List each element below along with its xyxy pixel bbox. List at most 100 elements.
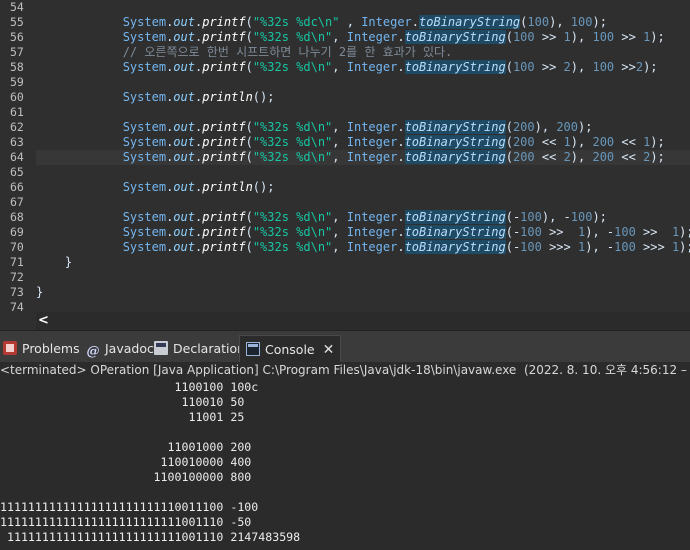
code-token: printf — [202, 30, 246, 44]
code-token: , — [332, 240, 347, 254]
code-token: toBinaryString — [404, 60, 506, 74]
console-panel[interactable]: <terminated> OPeration [Java Application… — [0, 362, 690, 550]
code-line[interactable]: System.out.printf("%32s %d\n", Integer.t… — [36, 30, 690, 45]
code-area[interactable]: System.out.printf("%32s %dc\n" , Integer… — [36, 0, 690, 312]
tab-console[interactable]: Console ✕ — [239, 335, 342, 363]
code-token: System — [122, 30, 167, 44]
code-token: Integer — [346, 225, 398, 239]
code-token: ); — [650, 135, 665, 149]
code-token: << — [534, 135, 564, 149]
code-token: out — [173, 180, 195, 194]
tab-console-label: Console — [265, 342, 315, 357]
code-line[interactable] — [36, 0, 690, 15]
code-token: "%32s %d\n" — [252, 225, 333, 239]
code-token: System — [122, 135, 167, 149]
code-token: 2 — [635, 60, 644, 74]
line-number: 56 — [10, 30, 24, 44]
code-line[interactable]: System.out.printf("%32s %dc\n" , Integer… — [36, 15, 690, 30]
scroll-left-arrow-icon[interactable]: < — [38, 313, 49, 328]
tab-problems[interactable]: Problems — [3, 335, 80, 363]
code-token: "%32s %d\n" — [252, 150, 333, 164]
code-token: << — [534, 150, 564, 164]
code-token: toBinaryString — [404, 120, 506, 134]
line-number: 55 — [10, 15, 24, 29]
code-token: (- — [505, 210, 521, 224]
code-token: 100 — [512, 60, 535, 74]
code-token: toBinaryString — [404, 135, 506, 149]
code-line[interactable]: System.out.printf("%32s %d\n", Integer.t… — [36, 240, 690, 255]
code-token: printf — [202, 120, 246, 134]
line-number: 73 — [10, 285, 24, 299]
code-token: ); — [592, 15, 607, 29]
code-token: ); — [650, 150, 665, 164]
code-token: ( — [505, 60, 513, 74]
code-token: << — [614, 150, 644, 164]
code-line[interactable] — [36, 105, 690, 120]
code-line[interactable]: } — [36, 285, 690, 300]
code-line[interactable]: System.out.printf("%32s %d\n", Integer.t… — [36, 150, 690, 165]
code-line[interactable] — [36, 75, 690, 90]
close-console-icon[interactable]: ✕ — [323, 342, 335, 358]
line-number: 65 — [10, 165, 24, 179]
console-output-line: 1111111111111111111111111001110 21474835… — [0, 530, 301, 544]
code-line[interactable]: System.out.printf("%32s %d\n", Integer.t… — [36, 135, 690, 150]
code-line[interactable]: System.out.printf("%32s %d\n", Integer.t… — [36, 210, 690, 225]
code-token: >> — [534, 30, 564, 44]
code-token: 1 — [563, 30, 571, 44]
code-token: printf — [202, 225, 246, 239]
javadoc-icon: @ — [86, 344, 100, 359]
console-status-line: <terminated> OPeration [Java Application… — [0, 363, 690, 377]
tab-javadoc[interactable]: @ Javadoc — [86, 335, 154, 363]
code-token: ( — [505, 120, 513, 134]
line-number: 54 — [10, 0, 24, 14]
code-token: Integer — [346, 30, 398, 44]
code-line[interactable]: } — [36, 255, 690, 270]
code-token: >> — [635, 225, 672, 239]
tab-declaration[interactable]: Declaration — [154, 335, 245, 363]
code-token: >> — [541, 225, 578, 239]
line-number: 72 — [10, 270, 24, 284]
code-line[interactable]: System.out.println(); — [36, 180, 690, 195]
console-output-line: 110010000 400 — [0, 455, 252, 469]
code-token: , — [332, 60, 347, 74]
horizontal-scrollbar[interactable]: < — [36, 312, 690, 330]
code-token: "%32s %d\n" — [252, 30, 333, 44]
code-token: Integer — [361, 15, 412, 29]
code-token: } — [36, 285, 44, 299]
code-token: ); — [578, 120, 593, 134]
code-line[interactable] — [36, 270, 690, 285]
code-token: System — [122, 60, 167, 74]
code-line[interactable]: System.out.printf("%32s %d\n", Integer.t… — [36, 120, 690, 135]
code-line[interactable]: // 오른쪽으로 한번 시프트하면 나누기 2를 한 효과가 있다. — [36, 45, 690, 60]
code-line[interactable]: System.out.println(); — [36, 90, 690, 105]
console-output-line: 1100100 100c — [0, 380, 259, 394]
code-line[interactable]: System.out.printf("%32s %d\n", Integer.t… — [36, 225, 690, 240]
tab-javadoc-label: Javadoc — [105, 341, 154, 356]
code-line[interactable]: System.out.printf("%32s %d\n", Integer.t… — [36, 60, 690, 75]
code-line[interactable] — [36, 300, 690, 312]
code-token: (); — [252, 90, 275, 104]
code-token: System — [122, 225, 167, 239]
code-editor[interactable]: 54 55 56 57 58 59 60 61 62 63 64 65 66 67 68 69 70 71 72 73… — [0, 0, 690, 312]
code-token: Integer — [346, 240, 398, 254]
code-token: toBinaryString — [404, 225, 506, 239]
console-output-line: 11001000 200 — [0, 440, 252, 454]
code-token: , — [332, 135, 347, 149]
code-token: >> — [614, 30, 644, 44]
code-line[interactable] — [36, 195, 690, 210]
code-token: . — [397, 240, 405, 254]
code-token: ( — [505, 150, 513, 164]
code-line[interactable] — [36, 165, 690, 180]
code-token: printf — [202, 240, 246, 254]
code-token: ( — [245, 60, 253, 74]
code-token: printf — [202, 210, 246, 224]
code-token: ( — [505, 30, 513, 44]
line-number: 66 — [10, 180, 24, 194]
code-token: , — [332, 150, 347, 164]
